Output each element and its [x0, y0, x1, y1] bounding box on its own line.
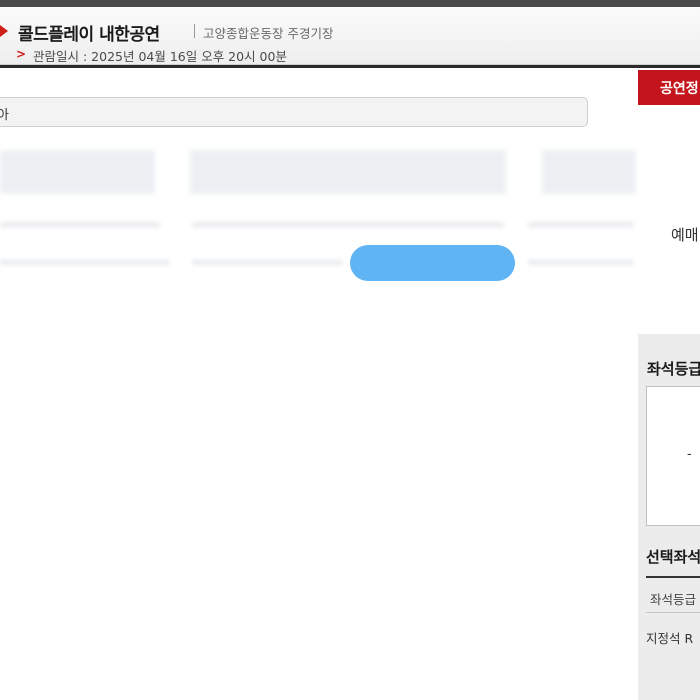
blurred-text-line	[528, 222, 634, 227]
seat-grade-value: -	[687, 447, 692, 462]
seat-grade-column-header: 좌석등급	[650, 592, 697, 607]
blue-pill-button[interactable]	[350, 245, 515, 281]
performance-header: 콜드플레이 내한공연 고양종합운동장 주경기장 > 관람일시 : 2025년 0…	[0, 7, 700, 65]
title-divider	[194, 24, 195, 38]
blurred-text-line	[192, 260, 342, 265]
top-window-bar	[0, 0, 700, 7]
blurred-text-line	[192, 222, 504, 227]
chevron-right-icon: >	[16, 47, 27, 61]
search-bar-text: 아	[0, 108, 9, 123]
blurred-text-line	[0, 222, 160, 227]
seat-grade-heading: 좌석등급	[647, 360, 700, 378]
seat-selection-panel: 좌석등급 - 선택좌석 좌석등급 지정석 R	[638, 334, 700, 700]
seat-grade-box: -	[646, 386, 700, 526]
performance-info-tab[interactable]: 공연정	[638, 70, 700, 105]
search-bar[interactable]: 아	[0, 97, 588, 127]
blurred-content-block	[0, 150, 155, 194]
red-triangle-icon	[0, 25, 8, 37]
blurred-text-line	[0, 260, 170, 265]
venue-name: 고양종합운동장 주경기장	[203, 26, 334, 41]
blurred-content-block	[542, 150, 636, 194]
selected-seat-heading: 선택좌석	[646, 548, 700, 566]
performance-datetime: 관람일시 : 2025년 04월 16일 오후 20시 00분	[33, 49, 287, 64]
selected-seat-row: 지정석 R	[646, 631, 694, 646]
header-shadow	[0, 65, 700, 68]
heading-rule	[646, 576, 700, 578]
performance-title: 콜드플레이 내한공연	[18, 25, 160, 45]
row-divider	[646, 612, 700, 613]
blurred-content-block	[190, 150, 506, 194]
reservation-text-cut: 예매	[671, 226, 699, 244]
blurred-text-line	[528, 260, 634, 265]
